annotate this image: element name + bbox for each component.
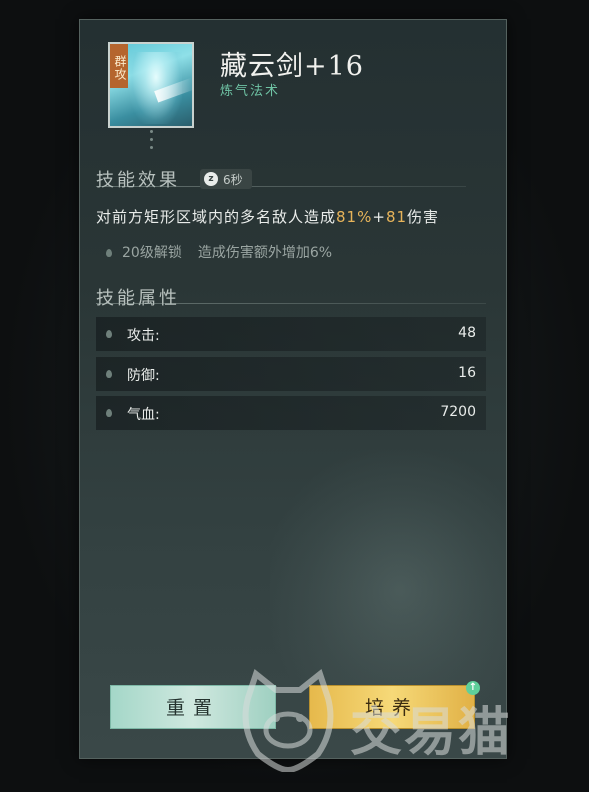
attribute-label: 攻击: (127, 328, 160, 344)
damage-percent: 81% (336, 208, 373, 226)
effect-section-divider (96, 186, 466, 187)
upgrade-available-icon: ↑ (466, 681, 480, 695)
cooldown-badge: z 6秒 (200, 169, 252, 189)
effect-section-title: 技能效果 (96, 170, 180, 191)
bullet-drop-icon (106, 409, 112, 417)
bullet-drop-icon (106, 330, 112, 338)
unlock-bonus-row: 20级解锁 造成伤害额外增加6% (106, 242, 332, 262)
attributes-section-title: 技能属性 (96, 288, 180, 309)
bullet-drop-icon (106, 370, 112, 378)
attribute-value: 16 (458, 365, 476, 381)
skill-description: 对前方矩形区域内的多名敌人造成81%+81伤害 (96, 206, 439, 227)
unlock-bonus-text: 造成伤害额外增加6% (197, 245, 333, 261)
attribute-value: 48 (458, 325, 476, 341)
attribute-label: 防御: (127, 368, 160, 384)
reset-button[interactable]: 重置 (110, 685, 276, 729)
unlock-level: 20级解锁 (122, 245, 182, 261)
attribute-row-hp: 气血: 7200 (96, 396, 486, 430)
icon-decoration-dots (148, 130, 154, 160)
plus-sign: + (372, 208, 386, 226)
skill-name: 藏云剑+16 (220, 51, 364, 82)
cooldown-clock-icon: z (204, 172, 218, 186)
game-background: 群攻 藏云剑+16 炼气法术 技能效果 z 6秒 对前方矩形区域内的多名敌人造成… (0, 0, 589, 792)
attribute-row-defense: 防御: 16 (96, 357, 486, 391)
damage-flat: 81 (385, 208, 408, 226)
description-text: 对前方矩形区域内的多名敌人造成 (96, 208, 337, 226)
bullet-drop-icon (106, 249, 112, 257)
skill-detail-panel: 群攻 藏云剑+16 炼气法术 技能效果 z 6秒 对前方矩形区域内的多名敌人造成… (79, 19, 507, 759)
attribute-label: 气血: (127, 407, 160, 423)
cooldown-value: 6秒 (223, 173, 243, 187)
skill-type-tag: 群攻 (110, 44, 128, 88)
attributes-section-divider (96, 303, 486, 304)
train-button[interactable]: 培养 (309, 685, 475, 729)
attribute-value: 7200 (440, 404, 476, 420)
attribute-row-attack: 攻击: 48 (96, 317, 486, 351)
skill-category: 炼气法术 (220, 84, 281, 99)
description-suffix: 伤害 (407, 208, 440, 226)
